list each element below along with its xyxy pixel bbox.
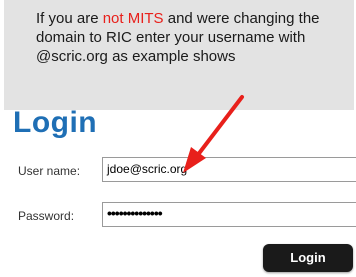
red-arrow-icon — [183, 95, 244, 173]
